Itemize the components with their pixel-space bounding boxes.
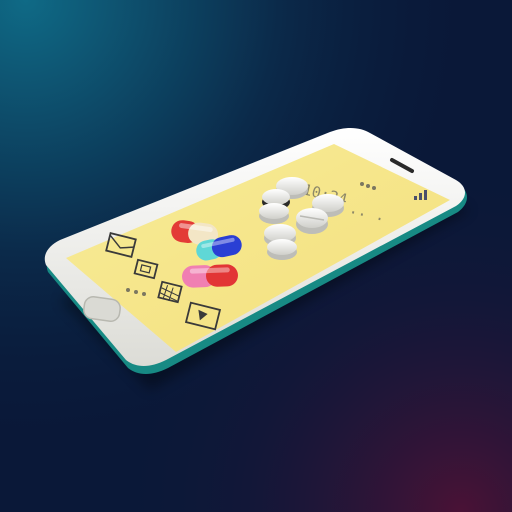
tablet xyxy=(296,208,328,234)
home-button xyxy=(83,296,121,322)
tablet xyxy=(267,239,297,260)
capsule-pink-red xyxy=(182,264,238,288)
tablet xyxy=(259,203,289,224)
scene-svg: 10:24 · ·· · xyxy=(0,0,512,512)
pills-on-phone-illustration: 10:24 · ·· · xyxy=(0,0,512,512)
